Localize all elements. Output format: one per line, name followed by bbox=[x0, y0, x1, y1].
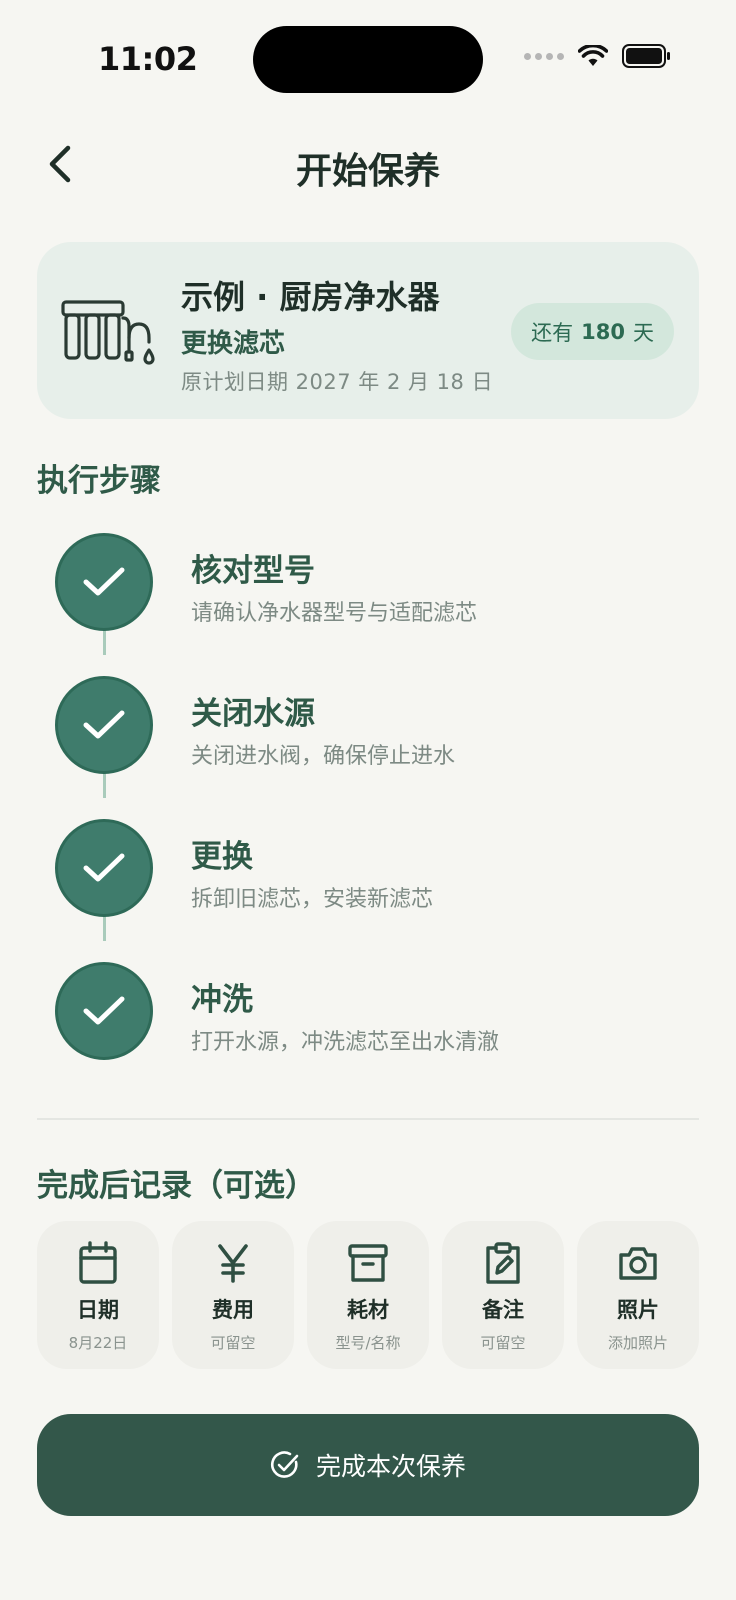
step-item[interactable]: 关闭水源 关闭进水阀，确保停止进水 bbox=[55, 676, 695, 774]
record-date-tile[interactable]: 日期 8月22日 bbox=[37, 1221, 159, 1369]
step-description: 拆卸旧滤芯，安装新滤芯 bbox=[191, 887, 434, 912]
clipboard-edit-icon bbox=[486, 1242, 520, 1284]
checkmark-icon bbox=[83, 853, 125, 882]
record-note-tile[interactable]: 备注 可留空 bbox=[442, 1221, 564, 1369]
step-connector bbox=[103, 771, 106, 798]
task-title: 示例 · 厨房净水器 bbox=[181, 278, 440, 316]
step-check-button[interactable] bbox=[55, 962, 153, 1060]
step-title: 关闭水源 bbox=[191, 696, 315, 732]
steps-section-title: 执行步骤 bbox=[37, 463, 161, 499]
days-suffix: 天 bbox=[633, 320, 654, 345]
archive-box-icon bbox=[348, 1244, 388, 1282]
tile-sub: 型号/名称 bbox=[335, 1334, 401, 1352]
tile-label: 日期 bbox=[77, 1298, 119, 1322]
days-remaining-badge: 还有 180 天 bbox=[511, 303, 674, 360]
step-item[interactable]: 更换 拆卸旧滤芯，安装新滤芯 bbox=[55, 819, 695, 917]
record-tiles: 日期 8月22日 费用 可留空 耗材 型号/名称 备注 可留空 照片 添加照片 bbox=[37, 1221, 699, 1369]
step-check-button[interactable] bbox=[55, 676, 153, 774]
step-title: 冲洗 bbox=[191, 982, 253, 1018]
tile-label: 照片 bbox=[617, 1298, 659, 1322]
battery-icon bbox=[622, 44, 670, 68]
calendar-icon bbox=[79, 1241, 117, 1284]
record-cost-tile[interactable]: 费用 可留空 bbox=[172, 1221, 294, 1369]
record-section-title: 完成后记录（可选） bbox=[37, 1168, 316, 1204]
section-divider bbox=[37, 1118, 699, 1120]
checkmark-icon bbox=[83, 996, 125, 1025]
tile-label: 备注 bbox=[482, 1298, 524, 1322]
task-subtitle: 更换滤芯 bbox=[181, 329, 286, 359]
checkmark-icon bbox=[83, 567, 125, 596]
step-title: 核对型号 bbox=[191, 553, 315, 589]
status-time: 11:02 bbox=[98, 40, 198, 78]
step-connector bbox=[103, 914, 106, 941]
water-filter-icon bbox=[61, 300, 155, 365]
tile-sub: 添加照片 bbox=[607, 1334, 668, 1352]
status-icons bbox=[524, 44, 672, 68]
tile-label: 费用 bbox=[212, 1298, 254, 1322]
check-circle-icon bbox=[270, 1451, 299, 1478]
page-title: 开始保养 bbox=[295, 151, 440, 192]
checkmark-icon bbox=[83, 710, 125, 739]
signal-dots-icon bbox=[524, 52, 564, 60]
tile-sub: 8月22日 bbox=[68, 1334, 128, 1352]
step-description: 请确认净水器型号与适配滤芯 bbox=[191, 601, 478, 626]
step-check-button[interactable] bbox=[55, 533, 153, 631]
task-card: 示例 · 厨房净水器 更换滤芯 原计划日期 2027 年 2 月 18 日 还有… bbox=[37, 242, 699, 419]
step-item[interactable]: 冲洗 打开水源，冲洗滤芯至出水清澈 bbox=[55, 962, 695, 1060]
yen-icon bbox=[218, 1244, 248, 1283]
step-description: 打开水源，冲洗滤芯至出水清澈 bbox=[191, 1030, 500, 1055]
planned-date: 原计划日期 2027 年 2 月 18 日 bbox=[181, 370, 494, 394]
camera-icon bbox=[619, 1247, 657, 1280]
complete-maintenance-button[interactable]: 完成本次保养 bbox=[37, 1414, 699, 1516]
dynamic-island bbox=[253, 26, 483, 93]
tile-label: 耗材 bbox=[347, 1298, 389, 1322]
tile-sub: 可留空 bbox=[210, 1334, 256, 1352]
step-title: 更换 bbox=[191, 839, 253, 875]
record-photo-tile[interactable]: 照片 添加照片 bbox=[577, 1221, 699, 1369]
tile-sub: 可留空 bbox=[480, 1334, 526, 1352]
record-material-tile[interactable]: 耗材 型号/名称 bbox=[307, 1221, 429, 1369]
wifi-icon bbox=[578, 45, 608, 66]
step-item[interactable]: 核对型号 请确认净水器型号与适配滤芯 bbox=[55, 533, 695, 631]
days-prefix: 还有 bbox=[531, 320, 574, 345]
complete-button-label: 完成本次保养 bbox=[315, 1452, 466, 1481]
step-check-button[interactable] bbox=[55, 819, 153, 917]
days-value: 180 bbox=[581, 319, 625, 344]
step-description: 关闭进水阀，确保停止进水 bbox=[191, 744, 456, 769]
step-connector bbox=[103, 628, 106, 655]
